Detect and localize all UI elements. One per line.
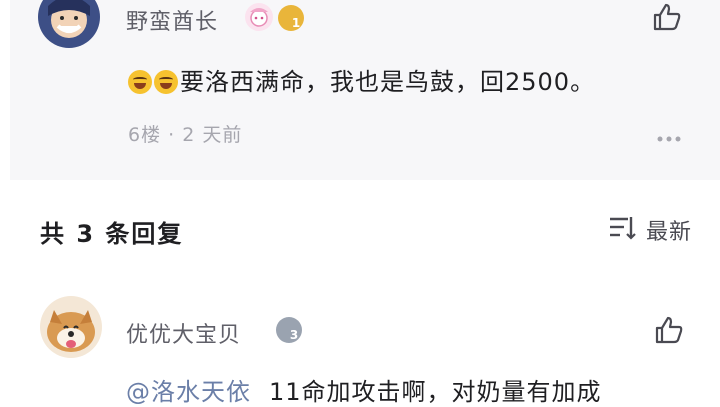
laughing-tears-emoji-icon bbox=[128, 70, 152, 94]
username[interactable]: 野蛮酋长 bbox=[126, 4, 218, 36]
more-options-icon[interactable] bbox=[656, 128, 682, 147]
comment-body: 要洛西满命，我也是鸟鼓，回2500。 bbox=[180, 68, 596, 96]
sort-label: 最新 bbox=[646, 220, 693, 245]
reply-avatar[interactable] bbox=[40, 296, 102, 358]
sort-toggle[interactable]: 最新 bbox=[608, 214, 692, 246]
reply-username[interactable]: 优优大宝贝 bbox=[126, 317, 241, 349]
reply-level-badge: 3 bbox=[276, 317, 302, 343]
comment-meta: 6楼 · 2 天前 bbox=[128, 120, 242, 147]
thumbs-up-icon[interactable] bbox=[652, 2, 682, 32]
meta-separator: · bbox=[168, 124, 176, 146]
sort-list-icon bbox=[608, 215, 636, 245]
avatar-decoration-icon bbox=[244, 2, 274, 32]
reply-text: @洛水天依 11命加攻击啊，对奶量有加成 bbox=[126, 372, 602, 407]
laughing-tears-emoji-icon bbox=[154, 70, 178, 94]
reply-mention[interactable]: @洛水天依 bbox=[126, 378, 251, 406]
reply-level-number: 3 bbox=[289, 328, 299, 342]
floor-number: 6楼 bbox=[128, 124, 162, 146]
replies-count-title: 共 3 条回复 bbox=[40, 220, 184, 248]
level-badge-number: 1 bbox=[291, 16, 301, 30]
reply-body: 11命加攻击啊，对奶量有加成 bbox=[269, 378, 602, 406]
post-time: 2 天前 bbox=[182, 124, 243, 146]
level-badge: 1 bbox=[278, 5, 304, 31]
reply-thumbs-up-icon[interactable] bbox=[654, 315, 684, 345]
comment-text: 要洛西满命，我也是鸟鼓，回2500。 bbox=[128, 62, 595, 97]
